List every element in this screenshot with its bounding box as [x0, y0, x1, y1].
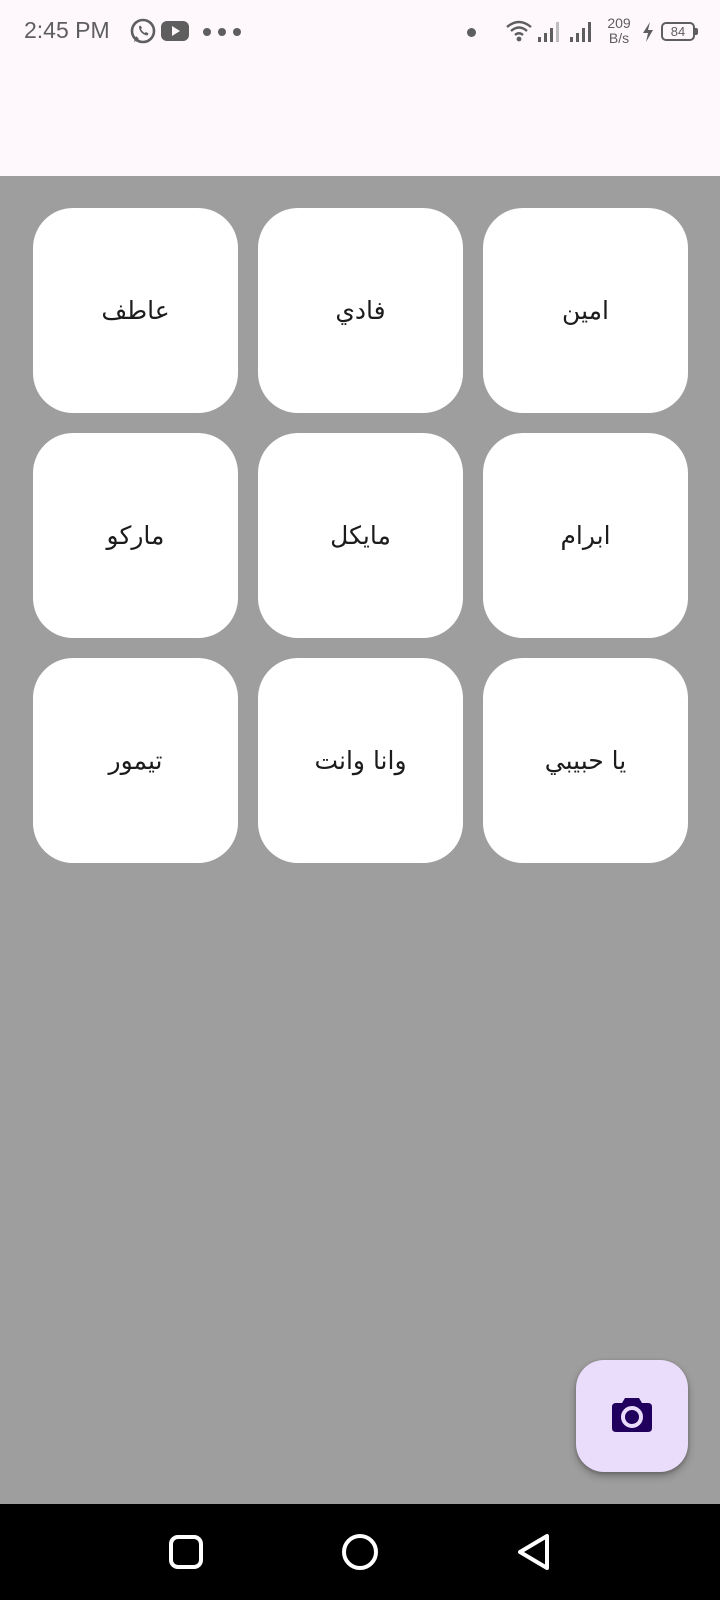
whatsapp-icon: [129, 17, 157, 49]
home-circle-icon[interactable]: [340, 1532, 380, 1572]
grid-card[interactable]: فادي: [258, 208, 463, 413]
system-nav-bar: [0, 1504, 720, 1600]
grid-card[interactable]: ماركو: [33, 433, 238, 638]
signal-icon: [569, 20, 595, 48]
grid-card-label: عاطف: [101, 296, 170, 325]
grid-card-label: ماركو: [106, 521, 165, 550]
back-triangle-icon[interactable]: [514, 1532, 554, 1572]
grid-card-label: تيمور: [108, 746, 163, 775]
grid-card-label: امين: [562, 296, 609, 325]
grid-card[interactable]: يا حبيبي: [483, 658, 688, 863]
grid-card[interactable]: تيمور: [33, 658, 238, 863]
youtube-icon: [160, 19, 190, 47]
grid-card[interactable]: وانا وانت: [258, 658, 463, 863]
grid-card[interactable]: عاطف: [33, 208, 238, 413]
battery-icon: 84: [661, 22, 698, 41]
charging-icon: [641, 21, 655, 47]
status-time: 2:45 PM: [24, 17, 110, 43]
grid-card[interactable]: مايكل: [258, 433, 463, 638]
signal-icon: [537, 20, 563, 48]
grid-card-label: يا حبيبي: [544, 746, 627, 775]
more-dots-icon: [203, 28, 241, 36]
grid-card[interactable]: امين: [483, 208, 688, 413]
grid-card-label: وانا وانت: [314, 746, 407, 775]
network-speed: 209 B/s: [604, 16, 634, 46]
wifi-icon: [506, 20, 532, 46]
grid-card-label: فادي: [335, 296, 386, 325]
camera-fab-button[interactable]: [576, 1360, 688, 1472]
recents-square-icon[interactable]: [166, 1532, 206, 1572]
app-bar: [0, 64, 720, 176]
grid-card[interactable]: ابرام: [483, 433, 688, 638]
status-bar: 2:45 PM 209 B/s 84: [0, 0, 720, 64]
network-speed-value: 209: [607, 15, 631, 31]
name-grid: امين فادي عاطف ابرام مايكل ماركو يا حبيب…: [32, 208, 688, 863]
notification-dot-icon: [467, 28, 476, 37]
grid-card-label: ابرام: [560, 521, 611, 550]
camera-icon: [611, 1395, 653, 1437]
grid-card-label: مايكل: [330, 521, 391, 550]
network-speed-unit: B/s: [608, 30, 630, 46]
content-area: امين فادي عاطف ابرام مايكل ماركو يا حبيب…: [0, 176, 720, 1504]
